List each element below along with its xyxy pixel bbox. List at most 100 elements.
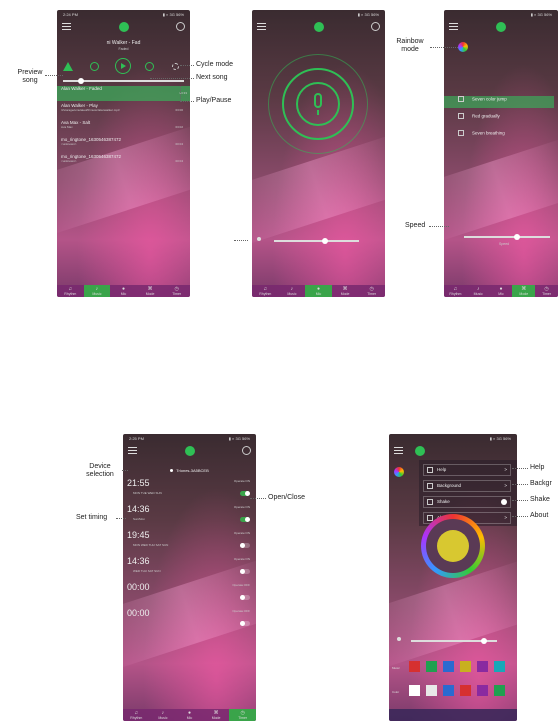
speed-slider[interactable] [464, 233, 550, 240]
song-item[interactable]: mo_ringtone_1630546387472 <unknown> 00:04 [61, 154, 186, 169]
leader-about [512, 516, 528, 517]
color-swatch[interactable] [443, 685, 454, 696]
menu-icon [427, 482, 433, 489]
song-item[interactable]: mo_ringtone_1630546387472 <unknown> 00:04 [61, 137, 186, 152]
now-playing-subtitle: Faded [118, 47, 129, 51]
cycle-mode-button[interactable] [172, 63, 179, 70]
tab-mode[interactable]: ⌘ Mode [512, 285, 536, 297]
menu-icon[interactable] [449, 23, 458, 31]
color-swatch[interactable] [443, 661, 454, 672]
shake-toggle[interactable] [501, 499, 507, 505]
tab-mic[interactable]: ● Mic [305, 285, 332, 297]
sensitivity-icon [257, 237, 261, 241]
phone-menu-screen: ▮ ◗ 3G 56% Help>Background>ShakeAbout> M… [389, 434, 517, 721]
menu-item-shake[interactable]: Shake [423, 496, 511, 508]
color-swatch[interactable] [460, 661, 471, 672]
color-wheel[interactable] [421, 514, 485, 578]
mic-button[interactable] [296, 82, 340, 126]
mode-item[interactable]: Red gradually [458, 113, 554, 125]
timer-item[interactable]: 00:00 Operate:OFF [127, 608, 252, 632]
color-swatch[interactable] [477, 661, 488, 672]
tab-rhythm[interactable]: ♫ Rhythm [57, 285, 84, 297]
settings-icon[interactable] [371, 22, 380, 31]
timer-item[interactable]: 14:36 WED THU SAT SUN Operate:ON [127, 556, 252, 580]
mode-item[interactable]: Seven color jump [444, 96, 554, 108]
timer-item[interactable]: 14:36 Sun/Mon Operate:ON [127, 504, 252, 528]
sensitivity-knob[interactable] [322, 237, 328, 244]
speed-knob[interactable] [514, 233, 521, 240]
brightness-slider[interactable] [411, 637, 497, 644]
timer-days: MON WED THU SAT SUN [133, 543, 169, 547]
annotation-set-timing: Set timing [76, 514, 108, 521]
tab-rhythm[interactable]: ♫ Rhythm [252, 285, 279, 297]
menu-item-background[interactable]: Background > [423, 480, 511, 492]
rainbow-mode-button[interactable] [458, 42, 468, 52]
color-swatch[interactable] [460, 685, 471, 696]
leader-speed [429, 226, 449, 227]
color-swatch[interactable] [477, 685, 488, 696]
timer-toggle[interactable] [240, 517, 250, 522]
tab-label: Music [287, 292, 297, 296]
progress-knob[interactable] [78, 77, 85, 84]
color-swatch[interactable] [426, 685, 437, 696]
timer-item[interactable]: 19:45 MON WED THU SAT SUN Operate:ON [127, 530, 252, 554]
settings-icon[interactable] [176, 22, 185, 31]
tab-music[interactable]: ♪ Music [83, 285, 111, 297]
timer-toggle[interactable] [240, 621, 250, 626]
previous-song-button[interactable] [90, 62, 99, 71]
timer-state: Operate:OFF [232, 609, 250, 613]
leader-play-pause [180, 101, 194, 102]
color-swatch[interactable] [494, 685, 505, 696]
play-pause-button[interactable] [115, 58, 131, 74]
tab-bar: ♫ Rhythm ♪ Music ● Mic ⌘ Mode ◷ Timer [444, 285, 558, 297]
tab-rhythm[interactable]: ♫ Rhythm [444, 285, 467, 297]
row-label-2: Color [392, 690, 400, 694]
tab-music[interactable]: ♪ Music [150, 709, 177, 721]
tab-timer[interactable]: ◷ Timer [229, 709, 256, 721]
preview-song-icon[interactable] [63, 62, 73, 71]
timer-item[interactable]: 00:00 Operate:OFF [127, 582, 252, 606]
song-item[interactable]: Ava Max - Salt Ava Max 03:02 [61, 120, 186, 135]
color-swatch[interactable] [426, 661, 437, 672]
song-progress-slider[interactable] [63, 77, 184, 84]
tab-mic[interactable]: ● Mic [110, 285, 137, 297]
tab-music[interactable]: ♪ Music [467, 285, 490, 297]
timer-toggle[interactable] [240, 569, 250, 574]
menu-icon[interactable] [257, 23, 266, 31]
sensitivity-slider[interactable] [274, 237, 359, 244]
leader-set-timing [116, 518, 126, 519]
tab-mic[interactable]: ● Mic [176, 709, 203, 721]
tab-label: Mic [120, 292, 127, 296]
rainbow-icon [394, 467, 404, 477]
menu-icon[interactable] [394, 447, 403, 455]
tab-music[interactable]: ♪ Music [279, 285, 306, 297]
song-subtitle: Ava Max [61, 125, 73, 129]
tab-rhythm[interactable]: ♫ Rhythm [123, 709, 150, 721]
tab-timer[interactable]: ◷ Timer [535, 285, 558, 297]
next-song-button[interactable] [145, 62, 154, 71]
tab-mode[interactable]: ⌘ Mode [203, 709, 230, 721]
color-swatch[interactable] [409, 661, 420, 672]
song-duration: 03:00 [175, 108, 183, 112]
color-swatch[interactable] [494, 661, 505, 672]
settings-icon[interactable] [242, 446, 251, 455]
tab-timer[interactable]: ◷ Timer [358, 285, 385, 297]
brightness-knob[interactable] [481, 637, 488, 644]
song-item[interactable]: Alan Walker - Play///storage/emulated/0/… [61, 103, 186, 118]
mode-item[interactable]: Seven breathing [458, 130, 554, 142]
timer-toggle[interactable] [240, 595, 250, 600]
timer-toggle[interactable] [240, 543, 250, 548]
tab-mode[interactable]: ⌘ Mode [332, 285, 359, 297]
tab-timer[interactable]: ◷ Timer [163, 285, 190, 297]
mode-label: Red gradually [472, 113, 500, 119]
menu-icon[interactable] [62, 23, 71, 31]
device-selection[interactable]: Triones-3A5BCEB [123, 468, 256, 473]
song-item[interactable]: Alan Walker - Faded 03:33 [57, 86, 190, 101]
color-swatch[interactable] [409, 685, 420, 696]
timer-item[interactable]: 21:55 MON TUE WED SUN Operate:ON [127, 478, 252, 502]
tab-mode[interactable]: ⌘ Mode [137, 285, 164, 297]
timer-toggle[interactable] [240, 491, 250, 496]
menu-icon[interactable] [128, 447, 137, 455]
tab-mic[interactable]: ● Mic [490, 285, 513, 297]
menu-item-help[interactable]: Help > [423, 464, 511, 476]
